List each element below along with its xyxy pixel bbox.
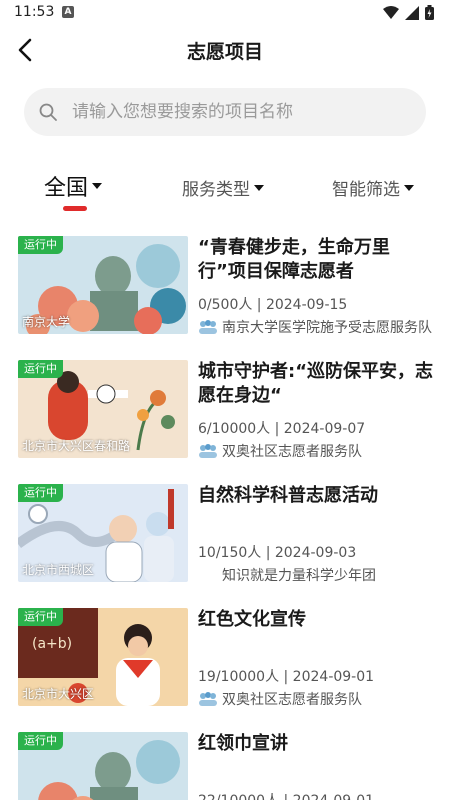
volunteer-group-icon [199, 320, 217, 334]
project-thumbnail: 运行中 北京市西城区 [18, 484, 188, 582]
filter-smart-label: 智能筛选 [332, 180, 400, 200]
project-card[interactable]: (a+b) 运行中 北京市大兴区 红色文化宣传 19/10000人 | 2024… [0, 608, 450, 708]
status-icons [383, 5, 434, 20]
filter-service-type-label: 服务类型 [182, 180, 250, 200]
status-badge: 运行中 [18, 236, 63, 254]
project-location: 北京市西城区 [22, 563, 95, 577]
filter-region-label: 全国 [44, 176, 89, 201]
volunteer-group-icon [199, 444, 217, 458]
project-thumbnail: (a+b) 运行中 北京市大兴区 [18, 608, 188, 706]
volunteer-group-icon [199, 692, 217, 706]
search-icon [39, 103, 57, 121]
caret-down-icon [404, 184, 414, 191]
project-card[interactable]: 运行中 北京市大兴区春和路 城市守护者:“巡防保平安，志愿在身边“ 6/1000… [0, 360, 450, 460]
project-org: 南京大学医学院施予受志愿服务队 [198, 317, 434, 337]
battery-icon [425, 5, 434, 20]
project-location: 南京大学 [22, 315, 71, 329]
project-org-name: 双奥社区志愿者服务队 [222, 692, 362, 708]
project-org-name: 双奥社区志愿者服务队 [222, 444, 362, 460]
wifi-icon [383, 5, 399, 19]
project-location: 北京市大兴区 [22, 687, 95, 701]
project-org: 双奥社区志愿者服务队 [198, 689, 434, 709]
project-org-name: 南京大学医学院施予受志愿服务队 [222, 320, 432, 336]
project-title: 红领巾宣讲 [198, 733, 288, 754]
signal-icon [405, 5, 419, 20]
project-meta: 0/500人 | 2024-09-15 [198, 297, 348, 313]
project-meta: 22/10000人 | 2024-09-01 [198, 790, 374, 800]
filter-smart[interactable]: 智能筛选 [332, 175, 414, 200]
status-time: 11:53 [14, 4, 55, 20]
project-thumbnail: 运行中 [18, 732, 188, 800]
search-input[interactable] [72, 88, 412, 136]
project-meta: 6/10000人 | 2024-09-07 [198, 421, 366, 437]
status-badge: 运行中 [18, 360, 63, 378]
notification-a-icon: A [62, 6, 74, 18]
project-thumbnail: 运行中 北京市大兴区春和路 [18, 360, 188, 458]
search-bar[interactable] [24, 88, 426, 136]
status-badge: 运行中 [18, 732, 63, 750]
caret-down-icon [254, 184, 264, 191]
project-title: 自然科学科普志愿活动 [198, 485, 378, 506]
status-badge: 运行中 [18, 484, 63, 502]
project-org-name: 知识就是力量科学少年团 [222, 568, 376, 584]
active-filter-indicator [63, 206, 87, 211]
project-card[interactable]: 运行中 北京市西城区 自然科学科普志愿活动 10/150人 | 2024-09-… [0, 484, 450, 584]
filter-region[interactable]: 全国 [44, 170, 103, 202]
caret-down-icon [92, 183, 103, 189]
project-org: 知识就是力量科学少年团 [198, 565, 434, 585]
status-badge: 运行中 [18, 608, 63, 626]
project-card[interactable]: 运行中 南京大学 “青春健步走，生命万里行”项目保障志愿者 0/500人 | 2… [0, 236, 450, 336]
svg-text:(a+b): (a+b) [32, 636, 72, 652]
project-location: 北京市大兴区春和路 [22, 439, 131, 453]
filter-service-type[interactable]: 服务类型 [182, 175, 264, 200]
project-title: “青春健步走，生命万里行”项目保障志愿者 [198, 237, 390, 282]
project-meta: 19/10000人 | 2024-09-01 [198, 669, 375, 685]
project-title: 城市守护者:“巡防保平安，志愿在身边“ [198, 361, 434, 406]
project-title: 红色文化宣传 [198, 609, 306, 630]
status-bar: 11:53 A [0, 0, 450, 26]
project-org: 双奥社区志愿者服务队 [198, 441, 434, 461]
project-thumbnail: 运行中 南京大学 [18, 236, 188, 334]
project-meta: 10/150人 | 2024-09-03 [198, 545, 357, 561]
project-card[interactable]: 运行中 红领巾宣讲 22/10000人 | 2024-09-01 [0, 732, 450, 800]
page-title: 志愿项目 [186, 41, 263, 63]
nav-bar: 志愿项目 [0, 26, 450, 76]
